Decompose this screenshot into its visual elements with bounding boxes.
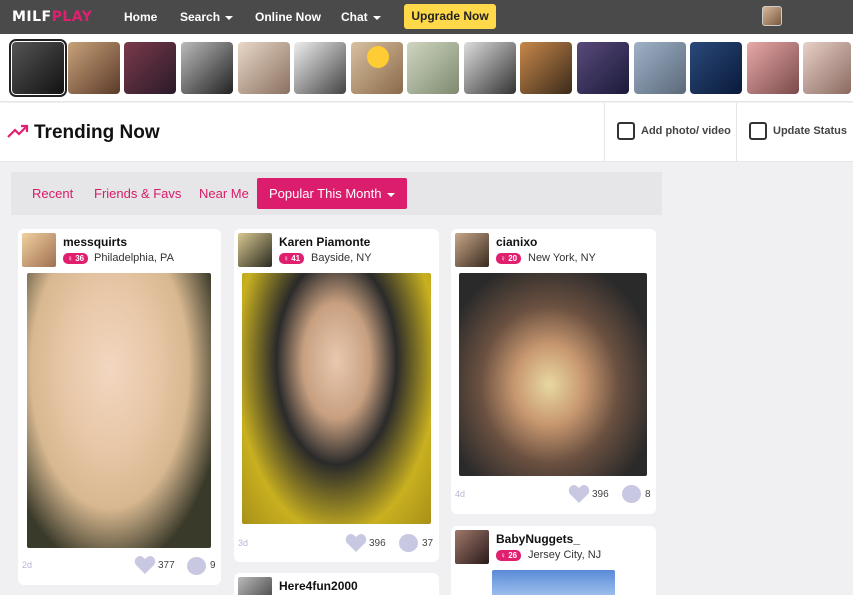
tab-recent[interactable]: Recent [32, 186, 73, 201]
comment-count: 8 [645, 489, 651, 500]
post-age: 4d [455, 489, 466, 499]
comment-count: 37 [422, 538, 434, 549]
image-icon [617, 122, 635, 140]
avatar[interactable] [238, 577, 272, 595]
heart-icon[interactable] [134, 555, 156, 575]
story-thumbnail[interactable] [407, 42, 459, 94]
chevron-down-icon [225, 15, 234, 20]
avatar[interactable] [238, 233, 272, 267]
story-thumbnail[interactable] [690, 42, 742, 94]
story-thumbnail[interactable] [520, 42, 572, 94]
username[interactable]: BabyNuggets_ [496, 532, 580, 546]
post-photo[interactable] [492, 570, 615, 595]
tab-friends-favs[interactable]: Friends & Favs [94, 186, 181, 201]
story-thumbnail[interactable] [351, 42, 403, 94]
story-thumbnail[interactable] [68, 42, 120, 94]
nav-search[interactable]: Search [180, 10, 234, 24]
post-card[interactable]: cianixo ♀ 20 New York, NY 4d 396 8 [451, 229, 656, 514]
location: New York, NY [528, 252, 596, 264]
username[interactable]: Here4fun2000 [279, 579, 358, 593]
chevron-down-icon [372, 15, 381, 20]
edit-icon [749, 122, 767, 140]
username[interactable]: cianixo [496, 235, 537, 249]
avatar[interactable] [455, 530, 489, 564]
like-count: 396 [592, 489, 609, 500]
story-thumbnail[interactable] [747, 42, 799, 94]
story-thumbnail[interactable] [577, 42, 629, 94]
comment-icon[interactable] [622, 485, 641, 503]
story-thumbnail[interactable] [634, 42, 686, 94]
post-photo[interactable] [459, 273, 647, 476]
age-badge: ♀ 26 [496, 550, 522, 561]
story-thumbnail[interactable] [464, 42, 516, 94]
avatar[interactable] [455, 233, 489, 267]
logo[interactable]: MILFPLAY [12, 9, 92, 25]
comment-icon[interactable] [187, 557, 206, 575]
comment-count: 9 [210, 560, 216, 571]
post-age: 2d [22, 560, 33, 570]
heart-icon[interactable] [345, 533, 367, 553]
username[interactable]: messquirts [63, 235, 127, 249]
trending-icon [7, 124, 29, 138]
avatar[interactable] [22, 233, 56, 267]
nav-online-now[interactable]: Online Now [255, 10, 321, 24]
upgrade-button[interactable]: Upgrade Now [404, 4, 496, 29]
location: Jersey City, NJ [528, 549, 602, 561]
post-photo[interactable] [27, 273, 211, 548]
chevron-down-icon [386, 192, 395, 197]
story-thumbnail[interactable] [181, 42, 233, 94]
post-card[interactable]: BabyNuggets_ ♀ 26 Jersey City, NJ [451, 526, 656, 595]
add-photo-button[interactable]: Add photo/ video [604, 103, 736, 162]
post-card[interactable]: messquirts ♀ 36 Philadelphia, PA 2d 377 … [18, 229, 221, 585]
age-badge: ♀ 20 [496, 253, 522, 264]
story-thumbnail[interactable] [124, 42, 176, 94]
user-avatar[interactable] [762, 6, 782, 26]
post-age: 3d [238, 538, 249, 548]
feed-filter-tabs: Recent Friends & Favs Near Me Popular Th… [11, 172, 662, 215]
post-card[interactable]: Karen Piamonte ♀ 41 Bayside, NY 3d 396 3… [234, 229, 439, 562]
like-count: 377 [158, 560, 175, 571]
stories-strip [0, 34, 853, 102]
heart-icon[interactable] [568, 484, 590, 504]
tab-near-me[interactable]: Near Me [199, 186, 249, 201]
update-status-button[interactable]: Update Status [736, 103, 853, 162]
like-count: 396 [369, 538, 386, 549]
top-nav: MILFPLAY Home Search Online Now Chat Upg… [0, 0, 853, 34]
age-badge: ♀ 36 [63, 253, 89, 264]
location: Philadelphia, PA [94, 252, 174, 264]
comment-icon[interactable] [399, 534, 418, 552]
post-photo[interactable] [242, 273, 431, 524]
story-thumbnail[interactable] [294, 42, 346, 94]
username[interactable]: Karen Piamonte [279, 235, 370, 249]
nav-chat[interactable]: Chat [341, 10, 381, 24]
story-thumbnail[interactable] [238, 42, 290, 94]
tab-popular-this-month[interactable]: Popular This Month [257, 178, 407, 209]
post-card[interactable]: Here4fun2000 [234, 573, 439, 595]
trending-header: Trending Now Add photo/ video Update Sta… [0, 103, 853, 162]
nav-home[interactable]: Home [124, 10, 157, 24]
story-thumbnail[interactable] [803, 42, 851, 94]
page-title: Trending Now [34, 122, 160, 143]
story-thumbnail[interactable] [9, 39, 67, 97]
age-badge: ♀ 41 [279, 253, 305, 264]
location: Bayside, NY [311, 252, 372, 264]
